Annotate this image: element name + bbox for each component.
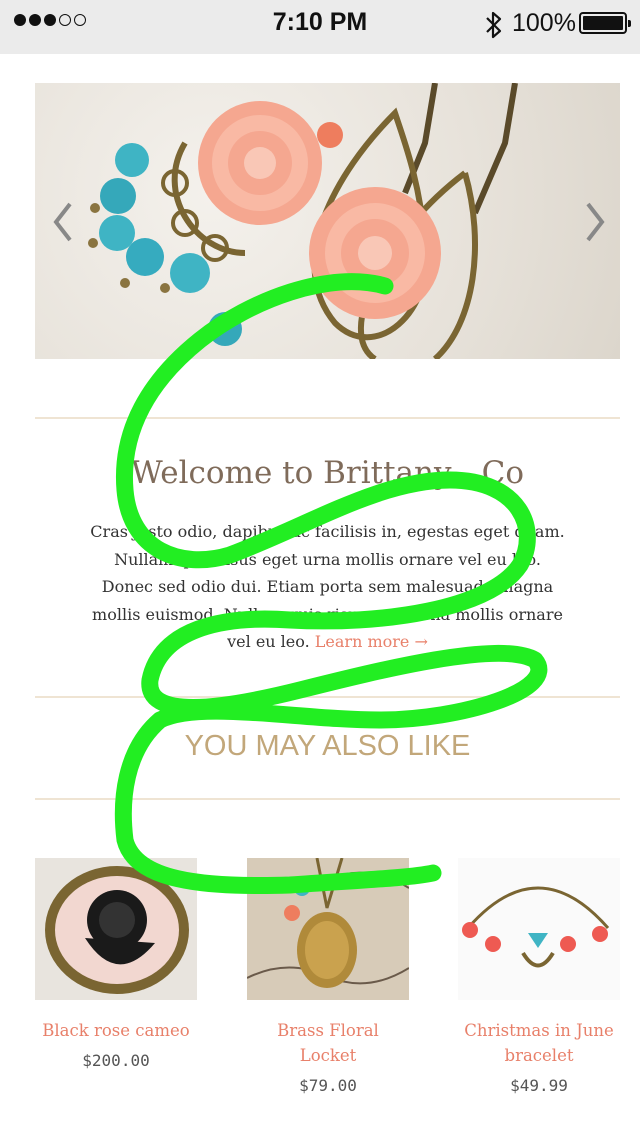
battery-icon <box>579 12 631 34</box>
product-image[interactable] <box>458 858 620 1000</box>
section-heading: YOU MAY ALSO LIKE <box>184 730 471 762</box>
learn-more-link[interactable]: Learn more → <box>315 632 428 651</box>
product-price: $49.99 <box>510 1076 568 1095</box>
product-price: $200.00 <box>82 1051 150 1070</box>
product-card[interactable]: Black rose cameo $200.00 <box>35 858 197 1070</box>
product-image[interactable] <box>247 858 409 1000</box>
product-card[interactable]: Brass Floral Locket $79.00 <box>247 858 409 1095</box>
divider <box>35 798 620 800</box>
battery-level-fill <box>583 16 623 30</box>
product-name[interactable]: Christmas in June bracelet <box>458 1018 620 1068</box>
bluetooth-icon <box>486 11 502 39</box>
battery-percent: 100% <box>512 9 576 37</box>
welcome-body: Cras justo odio, dapibus ac facilisis in… <box>90 518 565 656</box>
welcome-title: Welcome to Brittany - Co <box>130 455 525 491</box>
divider <box>35 696 620 698</box>
hero-image <box>88 83 518 359</box>
product-price: $79.00 <box>299 1076 357 1095</box>
chevron-right-icon[interactable] <box>582 198 610 246</box>
divider <box>35 417 620 419</box>
chevron-left-icon[interactable] <box>48 198 76 246</box>
product-name[interactable]: Black rose cameo <box>35 1018 197 1043</box>
product-name[interactable]: Brass Floral Locket <box>247 1018 409 1068</box>
status-bar: 7:10 PM 100% <box>0 0 640 54</box>
product-image[interactable] <box>35 858 197 1000</box>
product-card[interactable]: Christmas in June bracelet $49.99 <box>458 858 620 1095</box>
hero-carousel[interactable] <box>35 83 620 359</box>
